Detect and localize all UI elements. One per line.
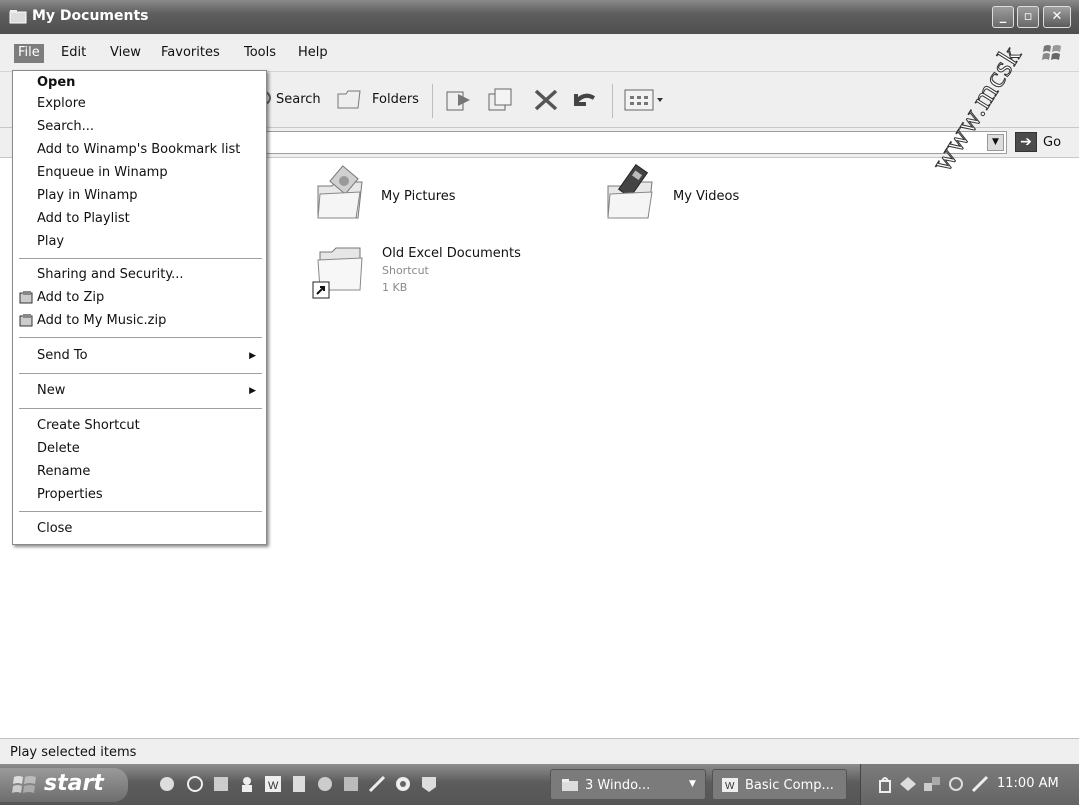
undo-icon[interactable] [570,86,600,117]
tray-icon[interactable] [899,775,917,797]
menu-help[interactable]: Help [294,44,332,63]
menu-item-explore[interactable]: Explore [37,96,86,111]
minimize-button[interactable]: _ [992,6,1014,28]
chevron-down-icon[interactable]: ▼ [987,134,1004,151]
quick-launch-icon[interactable] [342,775,360,793]
submenu-arrow-icon: ▶ [249,351,256,361]
pictures-folder-icon[interactable] [312,164,372,224]
taskbar-button-basic-comp[interactable]: W Basic Comp... [712,769,847,800]
word-icon[interactable]: W [264,775,282,793]
go-label[interactable]: Go [1043,135,1061,150]
menu-item-add-winamp-bookmark[interactable]: Add to Winamp's Bookmark list [37,142,240,157]
menu-item-play[interactable]: Play [37,234,64,249]
quick-launch-icon[interactable] [394,775,412,793]
arrow-right-icon[interactable]: ➔ [1015,132,1037,152]
shortcut-folder-icon[interactable] [310,242,370,304]
menu-view[interactable]: View [106,44,145,63]
toolbar-separator [612,84,613,118]
zip-icon [19,314,35,331]
menu-bar: File Edit View Favorites Tools Help [0,34,1079,72]
menu-item-properties[interactable]: Properties [37,487,103,502]
menu-item-open[interactable]: Open [37,75,75,90]
item-label[interactable]: My Videos [673,189,739,204]
menu-file[interactable]: File [14,44,44,63]
move-to-icon[interactable] [444,86,474,117]
maximize-button[interactable]: ▫ [1017,6,1039,28]
status-bar: Play selected items [0,738,1079,764]
quick-launch-icon[interactable] [316,775,334,793]
messenger-icon[interactable] [238,775,256,793]
views-icon[interactable] [624,88,666,115]
svg-text:W: W [725,781,735,792]
menu-favorites[interactable]: Favorites [157,44,224,63]
clock[interactable]: 11:00 AM [997,776,1059,791]
tray-icon[interactable] [877,775,893,797]
start-button[interactable]: start [0,768,128,802]
menu-item-add-my-music-zip[interactable]: Add to My Music.zip [37,313,166,328]
menu-separator [19,408,262,409]
menu-item-new[interactable]: New [37,383,65,398]
menu-item-delete[interactable]: Delete [37,441,80,456]
item-label[interactable]: Old Excel Documents [382,246,521,261]
item-size: 1 KB [382,281,408,294]
menu-item-add-zip[interactable]: Add to Zip [37,290,104,305]
status-text: Play selected items [10,745,137,760]
videos-folder-icon[interactable] [602,162,664,224]
close-button[interactable]: ✕ [1043,6,1071,28]
item-label[interactable]: My Pictures [381,189,456,204]
quick-launch-icon[interactable] [368,775,386,793]
chevron-down-icon: ▼ [689,779,696,789]
menu-item-add-playlist[interactable]: Add to Playlist [37,211,130,226]
task-label: Basic Comp... [745,778,834,793]
quick-launch-icon[interactable] [158,775,176,793]
folder-icon [9,8,27,24]
toolbar-separator [432,84,433,118]
folders-icon[interactable] [336,86,362,115]
windows-logo-icon [1041,42,1063,64]
submenu-arrow-icon: ▶ [249,386,256,396]
zip-icon [19,291,35,308]
go-button[interactable]: ➔ Go [1015,132,1075,154]
menu-item-close[interactable]: Close [37,521,72,536]
menu-separator [19,511,262,512]
menu-edit[interactable]: Edit [57,44,90,63]
word-icon: W [721,777,739,797]
quick-launch-icon[interactable] [212,775,230,793]
svg-text:W: W [268,780,279,792]
taskbar-button-windows[interactable]: 3 Windo... ▼ [550,769,706,800]
file-menu-dropdown: Open Explore Search... Add to Winamp's B… [12,70,267,545]
menu-separator [19,258,262,259]
windows-flag-icon [12,774,38,802]
menu-separator [19,373,262,374]
menu-item-search[interactable]: Search... [37,119,94,134]
menu-separator [19,337,262,338]
quick-launch-icon[interactable] [420,775,438,793]
task-label: 3 Windo... [585,778,651,793]
address-input[interactable]: ▼ [262,131,1007,154]
menu-item-sharing-security[interactable]: Sharing and Security... [37,267,184,282]
menu-item-rename[interactable]: Rename [37,464,90,479]
system-tray: 11:00 AM [860,764,1079,805]
network-icon[interactable] [923,775,941,797]
delete-icon[interactable] [532,87,560,116]
folder-icon [561,778,579,796]
search-button[interactable]: Search [276,92,321,107]
folders-button[interactable]: Folders [372,92,419,107]
taskbar: start W 3 Windo... ▼ W Basic Comp... 11:… [0,764,1079,805]
menu-item-create-shortcut[interactable]: Create Shortcut [37,418,140,433]
menu-item-send-to[interactable]: Send To [37,348,88,363]
title-bar: My Documents _ ▫ ✕ [0,0,1079,34]
internet-explorer-icon[interactable] [186,775,204,793]
tray-icon[interactable] [971,775,989,797]
window-title: My Documents [32,8,149,24]
item-type: Shortcut [382,264,429,277]
menu-item-play-winamp[interactable]: Play in Winamp [37,188,138,203]
tray-icon[interactable] [947,775,965,797]
menu-item-enqueue-winamp[interactable]: Enqueue in Winamp [37,165,168,180]
start-label[interactable]: start [44,771,104,796]
menu-tools[interactable]: Tools [240,44,280,63]
copy-to-icon[interactable] [486,86,516,117]
quick-launch-icon[interactable] [290,775,308,793]
